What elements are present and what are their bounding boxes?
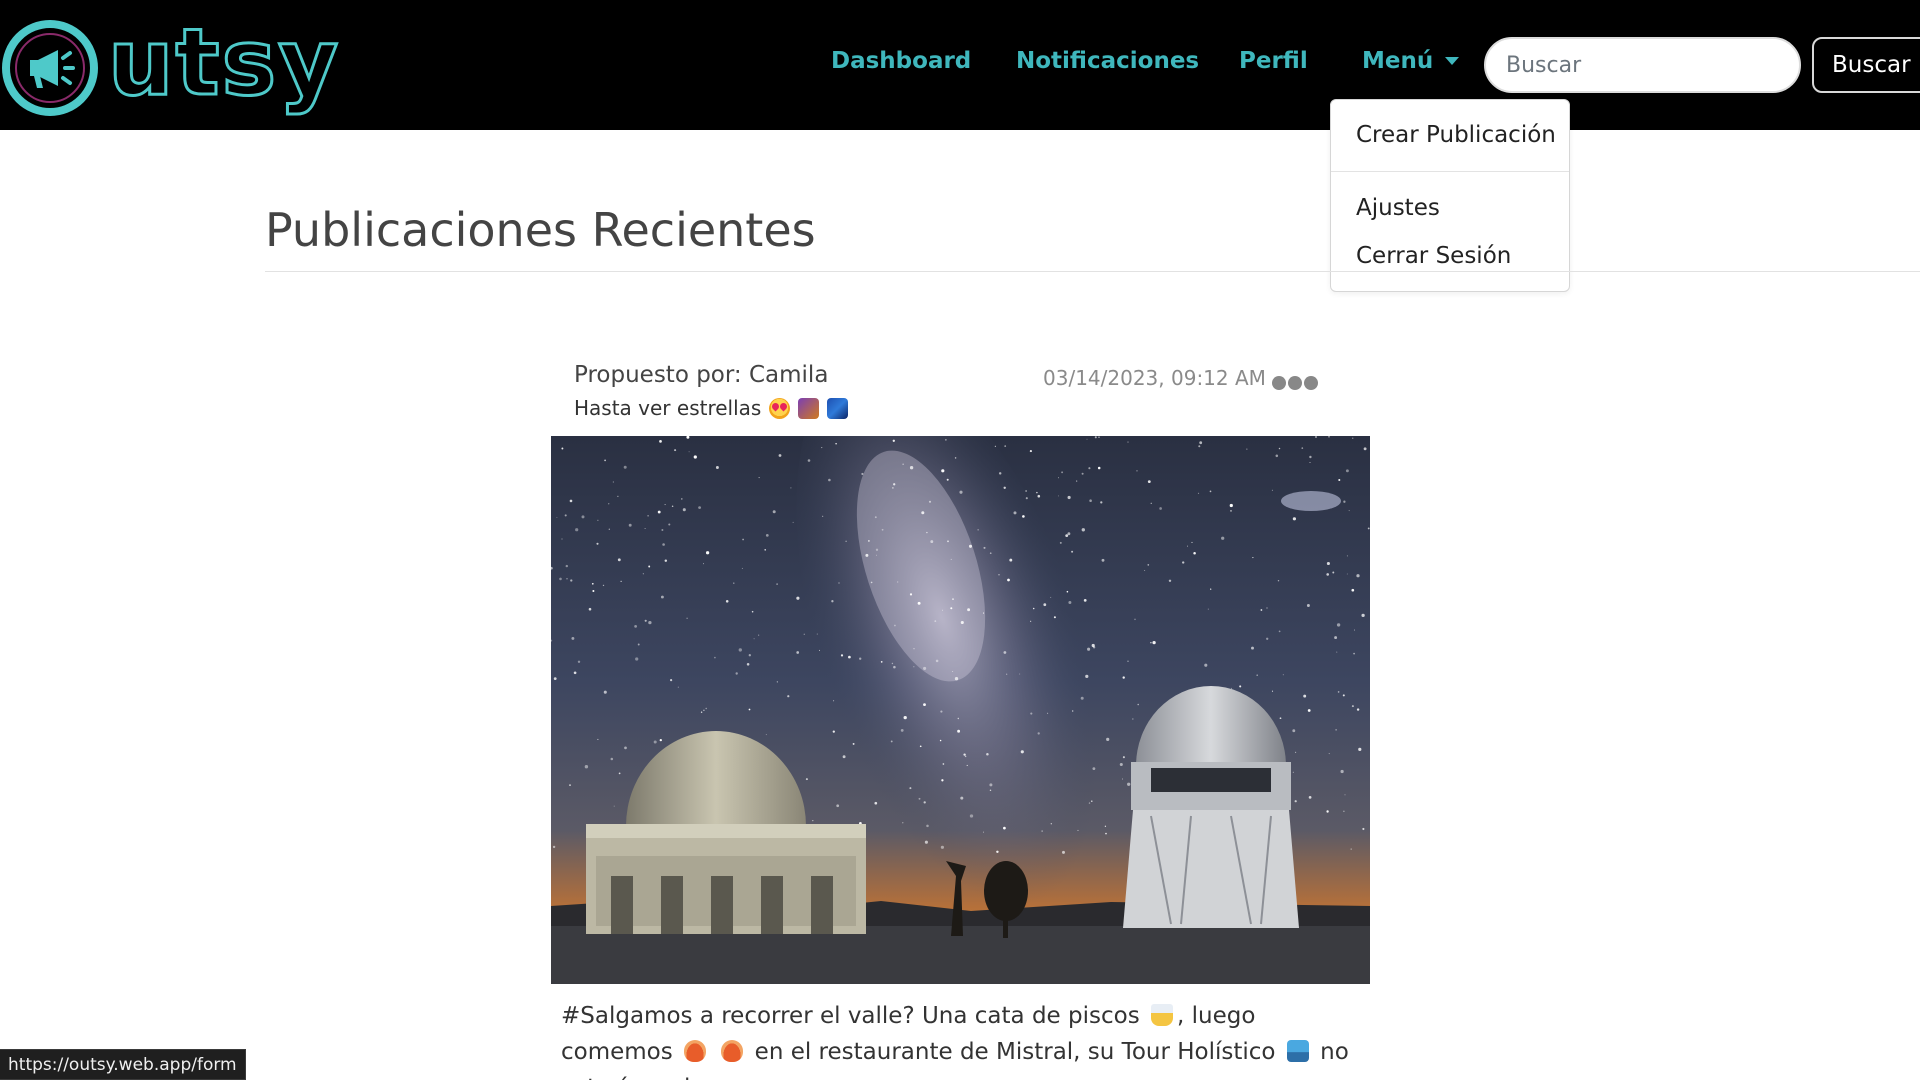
search-input[interactable] xyxy=(1484,37,1801,93)
more-dots-icon xyxy=(1272,376,1286,390)
top-navbar: utsy Dashboard Notificaciones Perfil Men… xyxy=(0,0,1920,130)
nav-notificaciones[interactable]: Notificaciones xyxy=(1016,48,1199,74)
nav-dashboard[interactable]: Dashboard xyxy=(831,48,971,74)
bus-icon xyxy=(1286,1040,1309,1062)
brand-logo[interactable]: utsy xyxy=(0,9,341,120)
nav-menu-label: Menú xyxy=(1362,48,1434,74)
post-subtitle: Hasta ver estrellas xyxy=(574,396,849,420)
post-image[interactable] xyxy=(551,436,1370,984)
post-body-text-3: en el restaurante de Mistral, su Tour Ho… xyxy=(754,1039,1276,1065)
browser-status-url: https://outsy.web.app/form xyxy=(0,1049,246,1080)
more-dots-icon xyxy=(1304,376,1318,390)
shooting-star-icon xyxy=(798,397,820,419)
dropdown-item-cerrar-sesion[interactable]: Cerrar Sesión xyxy=(1356,243,1511,269)
nav-menu-toggle[interactable]: Menú xyxy=(1362,48,1460,74)
title-divider xyxy=(265,271,1920,272)
dropdown-item-crear-publicacion[interactable]: Crear Publicación xyxy=(1356,122,1556,148)
megaphone-logo-icon xyxy=(2,20,98,116)
more-dots-icon xyxy=(1288,376,1302,390)
dropdown-divider xyxy=(1331,171,1569,172)
cheers-glasses-icon xyxy=(1151,1004,1173,1026)
search-button[interactable]: Buscar xyxy=(1812,37,1920,93)
caret-down-icon xyxy=(1445,57,1460,65)
milky-way-icon xyxy=(827,397,849,419)
post-subtitle-text: Hasta ver estrellas xyxy=(574,396,762,420)
observatory-night-sky-image xyxy=(551,436,1370,984)
post-timestamp: 03/14/2023, 09:12 AM xyxy=(1043,366,1266,390)
post-options-button[interactable] xyxy=(1272,376,1318,390)
menu-dropdown: Crear Publicación Ajustes Cerrar Sesión xyxy=(1330,99,1570,292)
dropdown-item-ajustes[interactable]: Ajustes xyxy=(1356,195,1440,221)
pot-of-food-icon xyxy=(684,1040,707,1062)
star-struck-icon xyxy=(769,397,791,419)
spaghetti-icon xyxy=(721,1040,744,1062)
post-author: Propuesto por: Camila xyxy=(574,362,829,388)
post-body: #Salgamos a recorrer el valle? Una cata … xyxy=(561,998,1361,1080)
post-body-text-1: #Salgamos a recorrer el valle? Una cata … xyxy=(561,1003,1140,1029)
page-title: Publicaciones Recientes xyxy=(265,203,816,257)
nav-perfil[interactable]: Perfil xyxy=(1239,48,1308,74)
brand-logo-text: utsy xyxy=(106,9,341,116)
